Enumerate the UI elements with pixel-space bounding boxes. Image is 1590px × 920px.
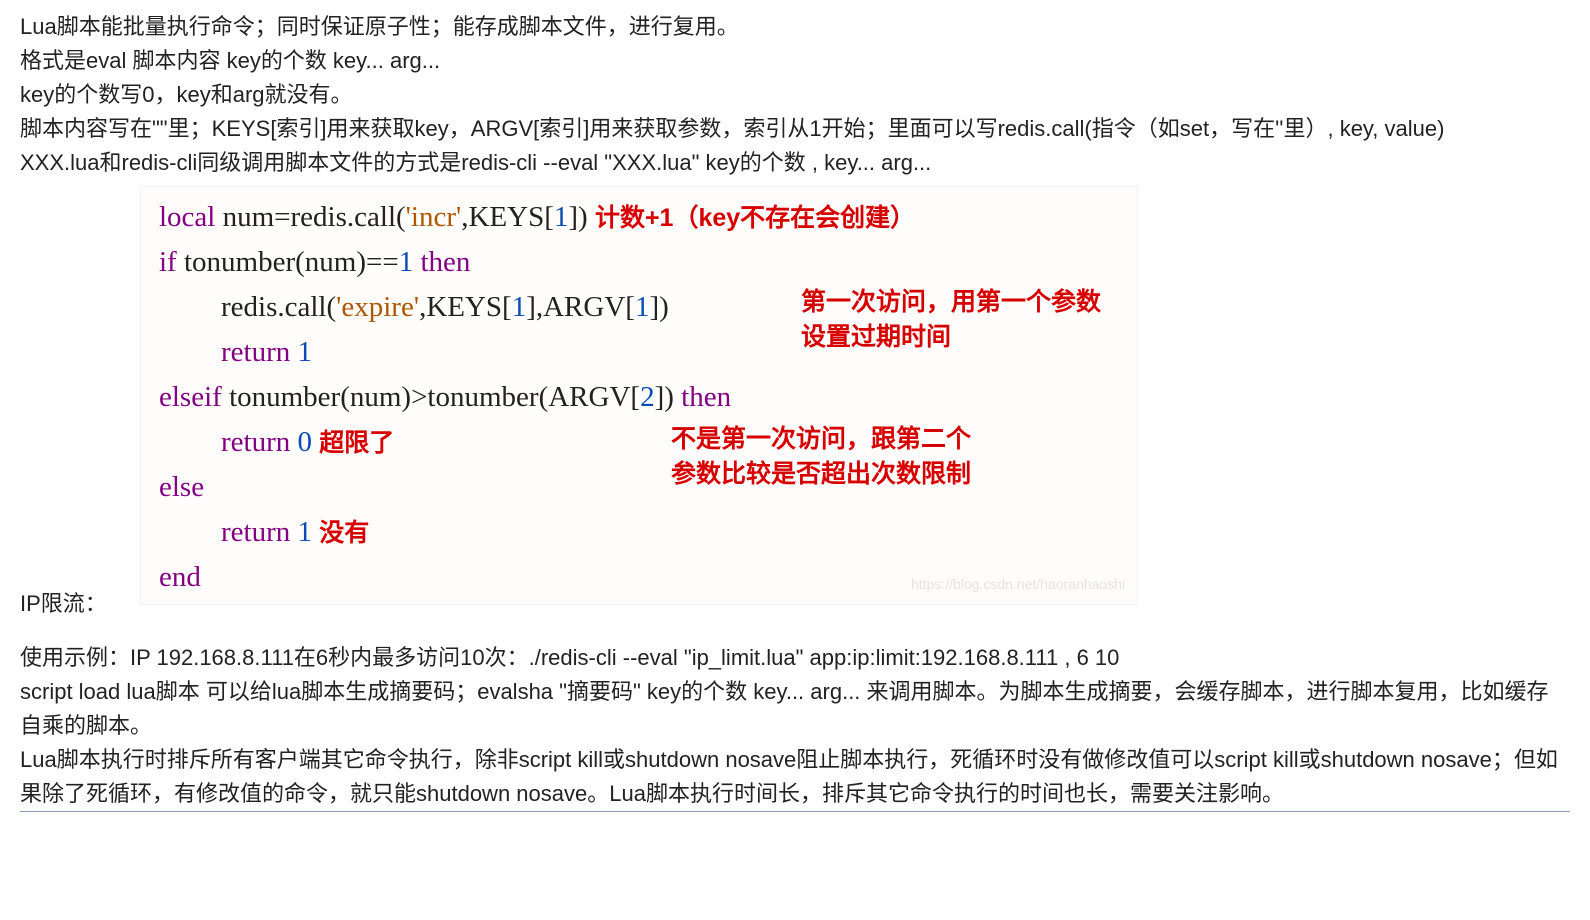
intro-para-1: Lua脚本能批量执行命令；同时保证原子性；能存成脚本文件，进行复用。 bbox=[20, 10, 1570, 44]
annotation-first-visit: 第一次访问，用第一个参数设置过期时间 bbox=[801, 285, 1101, 355]
annotation-compare: 不是第一次访问，跟第二个参数比较是否超出次数限制 bbox=[671, 422, 971, 492]
code-line-5: elseif tonumber(num)>tonumber(ARGV[2]) t… bbox=[159, 375, 1119, 420]
code-line-7: else bbox=[159, 465, 1119, 510]
code-line-8: return 1 没有 bbox=[159, 510, 1119, 555]
intro-para-3: key的个数写0，key和arg就没有。 bbox=[20, 78, 1570, 112]
code-line-6: return 0 超限了 bbox=[159, 420, 1119, 465]
code-line-2: if tonumber(num)==1 then bbox=[159, 240, 1119, 285]
intro-para-4: 脚本内容写在""里；KEYS[索引]用来获取key，ARGV[索引]用来获取参数… bbox=[20, 112, 1570, 146]
annotation-not-over: 没有 bbox=[319, 519, 369, 547]
bottom-para-2: script load lua脚本 可以给lua脚本生成摘要码；evalsha … bbox=[20, 675, 1570, 743]
ip-limit-label: IP限流： bbox=[20, 591, 107, 616]
annotation-incr: 计数+1（key不存在会创建） bbox=[595, 204, 915, 232]
code-block: local num=redis.call('incr',KEYS[1]) 计数+… bbox=[140, 186, 1138, 604]
intro-para-2: 格式是eval 脚本内容 key的个数 key... arg... bbox=[20, 44, 1570, 78]
bottom-para-1: 使用示例：IP 192.168.8.111在6秒内最多访问10次：./redis… bbox=[20, 641, 1570, 675]
code-line-1: local num=redis.call('incr',KEYS[1]) 计数+… bbox=[159, 195, 1119, 240]
bottom-para-3: Lua脚本执行时排斥所有客户端其它命令执行，除非script kill或shut… bbox=[20, 743, 1570, 812]
intro-para-5: XXX.lua和redis-cli同级调用脚本文件的方式是redis-cli -… bbox=[20, 146, 1570, 180]
watermark-text: https://blog.csdn.net/haoranhaoshi bbox=[911, 574, 1125, 596]
annotation-over-limit: 超限了 bbox=[319, 429, 394, 457]
